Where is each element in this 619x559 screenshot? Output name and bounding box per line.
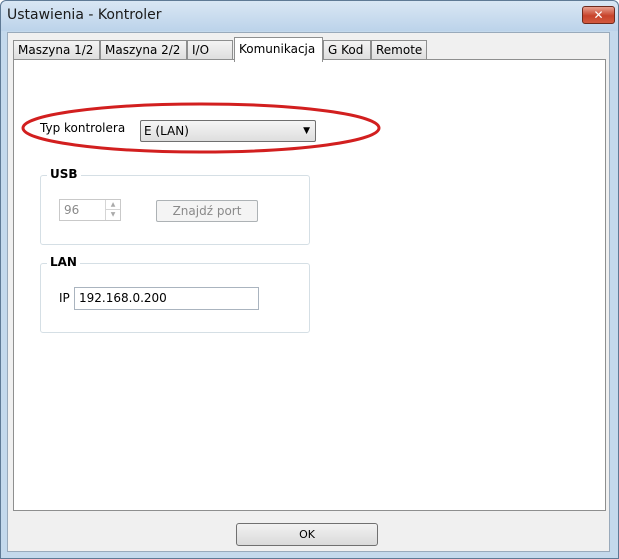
ip-label: IP [59,291,70,305]
tab-io[interactable]: I/O [187,40,233,61]
controller-type-select[interactable]: E (LAN) ▼ [140,120,316,142]
ok-button[interactable]: OK [236,523,378,546]
usb-port-stepper[interactable]: 96 ▲ ▼ [59,199,121,221]
tab-maszyna-1-2[interactable]: Maszyna 1/2 [13,40,100,61]
tab-maszyna-2-2[interactable]: Maszyna 2/2 [100,40,187,61]
chevron-down-icon: ▼ [303,126,310,136]
usb-port-value: 96 [64,203,80,217]
window-title: Ustawienia - Kontroler [7,7,162,23]
tab-remote[interactable]: Remote [371,40,427,61]
tab-g-kod[interactable]: G Kod [323,40,371,61]
tab-komunikacja[interactable]: Komunikacja [234,37,323,62]
close-button[interactable]: ✕ [582,6,615,24]
usb-group: USB 96 ▲ ▼ Znajdź port [40,167,310,245]
find-port-button[interactable]: Znajdź port [156,200,258,222]
stepper-buttons: ▲ ▼ [105,200,120,220]
dialog-client-area: Maszyna 1/2 Maszyna 2/2 I/O Komunikacja … [7,32,610,552]
usb-group-title: USB [47,167,81,181]
title-bar[interactable]: Ustawienia - Kontroler ✕ [1,1,618,31]
settings-window: Ustawienia - Kontroler ✕ Maszyna 1/2 Mas… [0,0,619,559]
lan-group: LAN IP 192.168.0.200 [40,255,310,333]
lan-group-title: LAN [47,255,80,269]
tab-page-komunikacja: Typ kontrolera E (LAN) ▼ USB 96 ▲ ▼ Znaj… [13,59,606,511]
ip-address-input[interactable]: 192.168.0.200 [74,287,259,310]
close-icon: ✕ [593,8,604,22]
stepper-up-icon[interactable]: ▲ [106,200,120,210]
stepper-down-icon[interactable]: ▼ [106,210,120,220]
controller-type-label: Typ kontrolera [40,121,126,135]
controller-type-value: E (LAN) [144,124,189,138]
